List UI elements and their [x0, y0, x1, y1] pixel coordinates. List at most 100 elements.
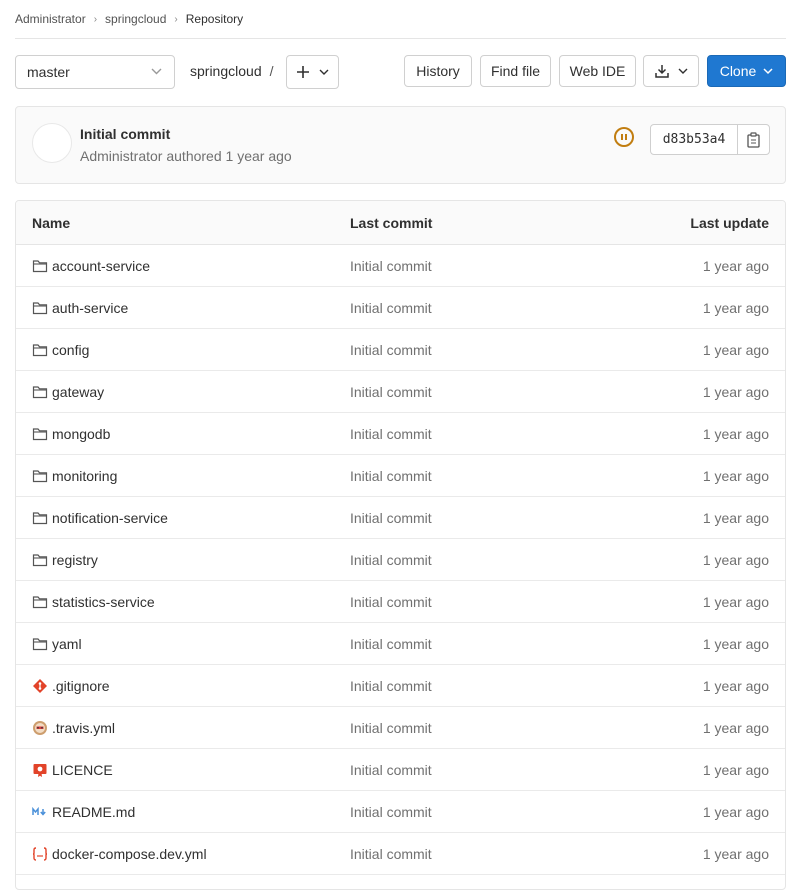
file-name-link[interactable]: statistics-service	[52, 594, 155, 610]
folder-icon	[32, 384, 48, 400]
last-commit-link[interactable]: Initial commit	[350, 300, 432, 316]
file-name-link[interactable]: config	[52, 342, 89, 358]
file-name-link[interactable]: account-service	[52, 258, 150, 274]
breadcrumb-item-springcloud[interactable]: springcloud	[105, 12, 166, 26]
clone-button[interactable]: Clone	[707, 55, 786, 87]
file-name-link[interactable]: registry	[52, 552, 98, 568]
clone-button-label: Clone	[719, 63, 757, 79]
last-commit-link[interactable]: Initial commit	[350, 468, 432, 484]
last-commit-link[interactable]: Initial commit	[350, 804, 432, 820]
file-name-link[interactable]: gateway	[52, 384, 104, 400]
breadcrumb-item-administrator[interactable]: Administrator	[15, 12, 86, 26]
table-row[interactable]: config Initial commit 1 year ago	[16, 329, 785, 371]
last-commit-link[interactable]: Initial commit	[350, 636, 432, 652]
file-name-link[interactable]: monitoring	[52, 468, 117, 484]
file-name-link[interactable]: LICENCE	[52, 762, 113, 778]
folder-icon	[32, 342, 48, 358]
download-icon	[655, 65, 669, 78]
chevron-down-icon	[319, 69, 329, 75]
copy-sha-button[interactable]	[737, 125, 769, 154]
column-header-last-commit: Last commit	[350, 215, 433, 231]
repo-path-root[interactable]: springcloud	[190, 63, 262, 79]
last-update-time: 1 year ago	[702, 636, 769, 652]
last-commit-link[interactable]: Initial commit	[350, 426, 432, 442]
breadcrumb-item-repository[interactable]: Repository	[186, 12, 243, 26]
table-row[interactable]: .gitignore Initial commit 1 year ago	[16, 665, 785, 707]
avatar[interactable]	[32, 123, 72, 163]
table-row[interactable]: yaml Initial commit 1 year ago	[16, 623, 785, 665]
last-commit-link[interactable]: Initial commit	[350, 510, 432, 526]
last-update-time: 1 year ago	[702, 468, 769, 484]
table-row[interactable]: LICENCE Initial commit 1 year ago	[16, 749, 785, 791]
folder-icon	[32, 594, 48, 610]
file-name-link[interactable]: README.md	[52, 804, 135, 820]
column-header-name: Name	[32, 215, 71, 231]
chevron-right-icon: ›	[174, 13, 178, 25]
travis-icon	[32, 720, 48, 736]
folder-icon	[32, 258, 48, 274]
table-row[interactable]: .travis.yml Initial commit 1 year ago	[16, 707, 785, 749]
last-update-time: 1 year ago	[702, 804, 769, 820]
last-update-time: 1 year ago	[702, 510, 769, 526]
last-commit-link[interactable]: Initial commit	[350, 720, 432, 736]
table-row[interactable]: monitoring Initial commit 1 year ago	[16, 455, 785, 497]
table-row[interactable]: mongodb Initial commit 1 year ago	[16, 413, 785, 455]
last-update-time: 1 year ago	[702, 426, 769, 442]
table-row[interactable]: notification-service Initial commit 1 year…	[16, 497, 785, 539]
commit-title[interactable]: Initial commit	[80, 126, 170, 142]
pipeline-paused-icon[interactable]	[614, 127, 634, 147]
folder-icon	[32, 636, 48, 652]
branch-select[interactable]: master	[15, 55, 175, 89]
path-separator: /	[269, 63, 274, 79]
table-row[interactable]: README.md Initial commit 1 year ago	[16, 791, 785, 833]
file-name-link[interactable]: mongodb	[52, 426, 110, 442]
last-update-time: 1 year ago	[702, 300, 769, 316]
last-update-time: 1 year ago	[702, 384, 769, 400]
file-name-link[interactable]: yaml	[52, 636, 82, 652]
last-commit-link[interactable]: Initial commit	[350, 342, 432, 358]
folder-icon	[32, 510, 48, 526]
file-name-link[interactable]: auth-service	[52, 300, 128, 316]
last-commit-link[interactable]: Initial commit	[350, 762, 432, 778]
table-row[interactable]: registry Initial commit 1 year ago	[16, 539, 785, 581]
table-row[interactable]: account-service Initial commit 1 year ago	[16, 245, 785, 287]
find-file-button[interactable]: Find file	[480, 55, 551, 87]
last-commit-link[interactable]: Initial commit	[350, 594, 432, 610]
table-row[interactable]: docker-compose.dev.yml Initial commit 1 ye…	[16, 833, 785, 875]
web-ide-button[interactable]: Web IDE	[559, 55, 636, 87]
last-commit-link[interactable]: Initial commit	[350, 846, 432, 862]
add-to-tree-button[interactable]	[286, 55, 339, 89]
history-button[interactable]: History	[404, 55, 472, 87]
last-commit-link[interactable]: Initial commit	[350, 384, 432, 400]
table-row[interactable]: statistics-service Initial commit 1 year a…	[16, 581, 785, 623]
git-icon	[32, 678, 48, 694]
last-update-time: 1 year ago	[702, 678, 769, 694]
folder-icon	[32, 426, 48, 442]
table-row[interactable]: auth-service Initial commit 1 year ago	[16, 287, 785, 329]
table-header: Name Last commit Last update	[16, 201, 785, 245]
last-update-time: 1 year ago	[702, 342, 769, 358]
branch-name: master	[27, 64, 70, 80]
commit-sha[interactable]: d83b53a4	[651, 125, 737, 154]
last-commit-link[interactable]: Initial commit	[350, 678, 432, 694]
last-commit-link[interactable]: Initial commit	[350, 258, 432, 274]
file-name-link[interactable]: notification-service	[52, 510, 168, 526]
file-name-link[interactable]: .travis.yml	[52, 720, 115, 736]
commit-sha-group: d83b53a4	[650, 124, 770, 155]
chevron-right-icon: ›	[93, 13, 98, 25]
last-update-time: 1 year ago	[702, 552, 769, 568]
chevron-down-icon	[678, 68, 688, 74]
last-commit-link[interactable]: Initial commit	[350, 552, 432, 568]
folder-icon	[32, 468, 48, 484]
file-name-link[interactable]: docker-compose.dev.yml	[52, 846, 207, 862]
table-row[interactable]: gateway Initial commit 1 year ago	[16, 371, 785, 413]
file-name-link[interactable]: .gitignore	[52, 678, 110, 694]
repo-path: springcloud /	[190, 63, 274, 79]
breadcrumb: Administrator › springcloud › Repository	[15, 0, 786, 39]
download-button[interactable]	[643, 55, 699, 87]
markdown-icon	[32, 804, 48, 820]
last-commit-panel: Initial commit Administrator authored 1 …	[15, 106, 786, 184]
last-update-time: 1 year ago	[702, 846, 769, 862]
last-update-time: 1 year ago	[702, 762, 769, 778]
chevron-down-icon	[763, 67, 773, 74]
